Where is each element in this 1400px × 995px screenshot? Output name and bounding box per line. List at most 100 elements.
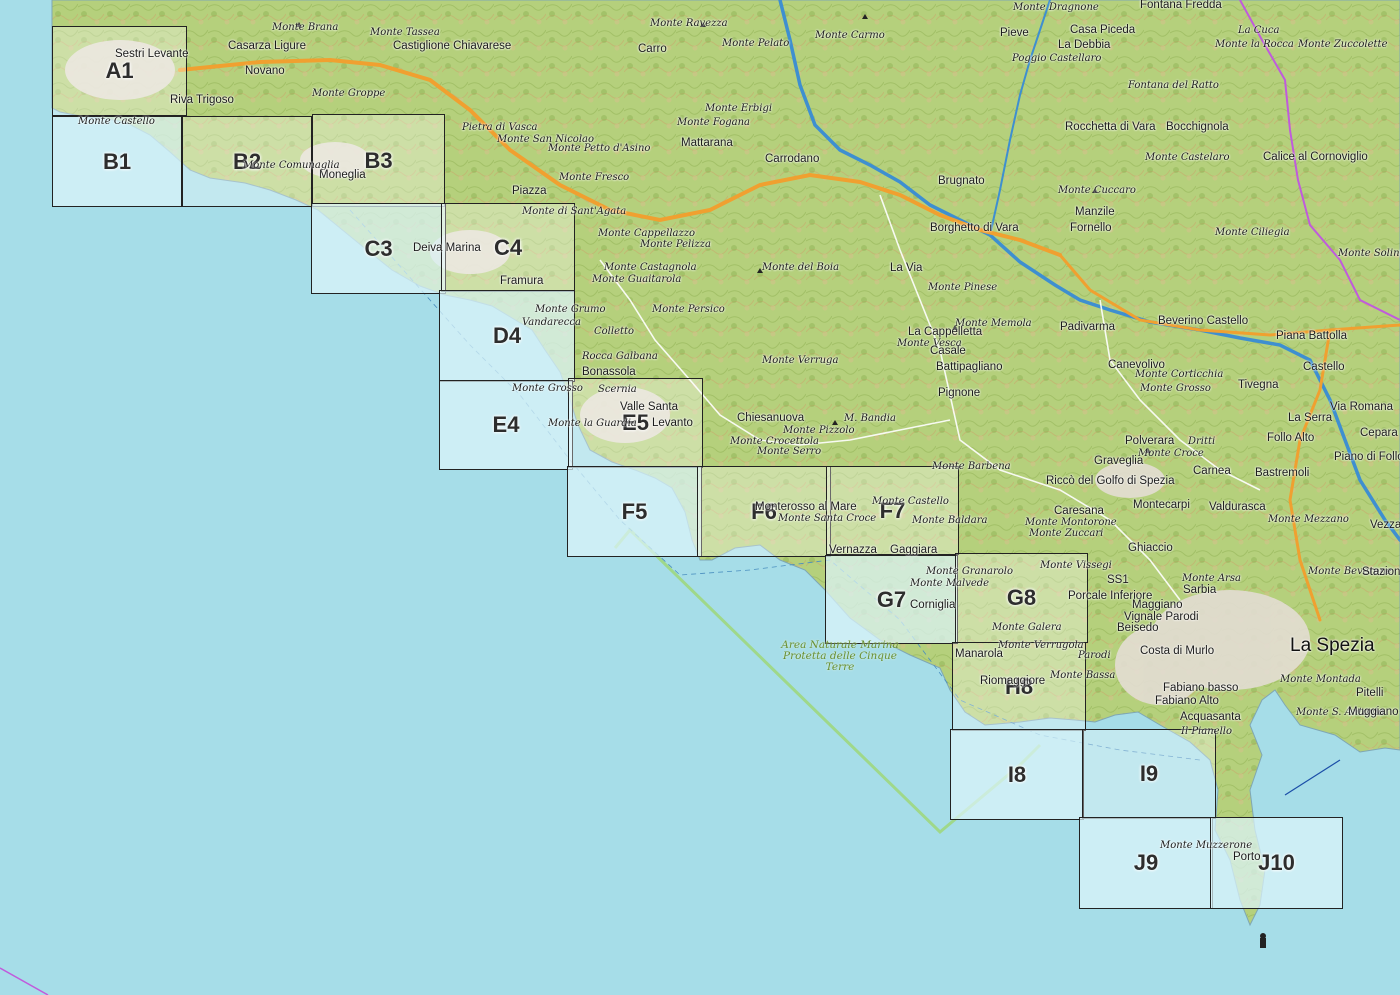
label-poggio-castellaro: Poggio Castellaro (1012, 53, 1102, 64)
label-monte-castello-f: Monte Castello (872, 496, 949, 507)
grid-cell-I9[interactable]: I9 (1082, 729, 1216, 819)
label-monte-castello-a: Monte Castello (78, 116, 155, 127)
label-riva-trigoso: Riva Trigoso (170, 94, 234, 106)
label-rocca-galbana: Rocca Galbana (582, 351, 658, 362)
label-monte-muzzerone: Monte Muzzerone (1160, 840, 1253, 851)
label-monte-comunaglia: Monte Comunaglia (243, 160, 340, 171)
label-monte-bassa: Monte Bassa (1050, 670, 1116, 681)
grid-cell-J10[interactable]: J10 (1210, 817, 1343, 909)
label-monterosso: Monterosso al Mare (755, 501, 857, 513)
label-monte-groppe: Monte Groppe (312, 88, 386, 99)
grid-cell-F5[interactable]: F5 (567, 466, 702, 557)
label-vezza: Vezza (1370, 519, 1400, 531)
label-monte-tassea: Monte Tassea (370, 27, 440, 38)
label-monte-fresco: Monte Fresco (559, 172, 630, 183)
label-tivegna: Tivegna (1238, 379, 1279, 391)
label-bastremoli: Bastremoli (1255, 467, 1310, 479)
label-casa-piceda: Casa Piceda (1070, 24, 1136, 36)
label-monte-corticchia: Monte Corticchia (1135, 369, 1224, 380)
label-la-cuca: La Cuca (1238, 25, 1280, 36)
label-monte-croce: Monte Croce (1138, 448, 1204, 459)
label-cepara: Cepara (1360, 427, 1398, 439)
label-monte-del-boia: Monte del Boia (762, 262, 840, 273)
label-il-pianello: Il Pianello (1181, 726, 1232, 737)
label-monte-mezzano: Monte Mezzano (1268, 514, 1349, 525)
label-fabiano-basso: Fabiano basso (1163, 682, 1239, 694)
label-marine-protected-area: Area Naturale Marina Protetta delle Cinq… (781, 639, 899, 673)
label-ghiaccio: Ghiaccio (1128, 542, 1173, 554)
label-rocchetta-di-vara: Rocchetta di Vara (1065, 121, 1156, 133)
label-monte-castagnola: Monte Castagnola (604, 262, 697, 273)
label-bocchignola: Bocchignola (1166, 121, 1229, 133)
label-monte-grosso-2: Monte Grosso (1140, 383, 1211, 394)
label-calice-al-cornoviglio: Calice al Cornoviglio (1263, 151, 1368, 163)
label-monte-galera: Monte Galera (992, 622, 1062, 633)
label-castiglione-chiavarese: Castiglione Chiavarese (393, 40, 512, 52)
label-montecarpi: Montecarpi (1133, 499, 1190, 511)
label-monte-brana: Monte Brana (272, 22, 339, 33)
label-monte-malvede: Monte Malvede (910, 578, 990, 589)
label-monte-pinese: Monte Pinese (928, 282, 998, 293)
label-monte-santa-croce: Monte Santa Croce (778, 513, 877, 524)
label-monte-zuccolette: Monte Zuccolette (1298, 39, 1388, 50)
label-fontana-fredda: Fontana Fredda (1140, 0, 1222, 11)
label-porto: Porto (1233, 851, 1261, 863)
label-piano-di-follo: Piano di Follo (1334, 451, 1400, 463)
label-monte-persico: Monte Persico (652, 304, 725, 315)
label-carnea: Carnea (1193, 465, 1231, 477)
grid-cell-I8[interactable]: I8 (950, 729, 1084, 820)
label-piazza: Piazza (512, 185, 547, 197)
label-monte-castelaro: Monte Castelaro (1145, 152, 1230, 163)
label-graveglia: Graveglia (1094, 455, 1144, 467)
label-m-bandia: M. Bandia (844, 413, 896, 424)
label-scernia: Scernia (598, 384, 637, 395)
label-la-serra: La Serra (1288, 412, 1333, 424)
label-corniglia: Corniglia (910, 599, 956, 611)
label-vandarecca: Vandarecca (522, 317, 581, 328)
peak-marker (862, 14, 868, 19)
label-monte-erbigi: Monte Erbigi (705, 103, 773, 114)
label-monte-granarolo: Monte Granarolo (926, 566, 1013, 577)
label-beverino-castello: Beverino Castello (1158, 315, 1249, 327)
label-casale: Casale (930, 345, 966, 357)
label-costa-di-murlo: Costa di Murlo (1140, 645, 1215, 657)
label-monte-serro: Monte Serro (757, 446, 822, 457)
label-monte-ciliegia: Monte Ciliegia (1215, 227, 1290, 238)
label-caresana: Caresana (1054, 505, 1104, 517)
label-levanto: Levanto (652, 417, 693, 429)
grid-cell-B1[interactable]: B1 (52, 116, 182, 207)
label-parodi: Parodi (1078, 650, 1111, 661)
label-monte-verruga: Monte Verruga (762, 355, 839, 366)
label-la-spezia: La Spezia (1290, 635, 1375, 656)
label-castello: Castello (1303, 361, 1345, 373)
label-muggiano: Muggiano (1348, 706, 1399, 718)
label-monte-verrugola: Monte Verrugola (998, 640, 1084, 651)
label-monte-vissegi: Monte Vissegi (1040, 560, 1112, 571)
label-beisedo: Beisedo (1117, 622, 1159, 634)
grid-cell-J9[interactable]: J9 (1079, 817, 1213, 909)
label-borghetto-di-vara: Borghetto di Vara (930, 222, 1019, 234)
label-fornello: Fornello (1070, 222, 1112, 234)
label-pieve: Pieve (1000, 27, 1029, 39)
label-ss1: SS1 (1107, 574, 1129, 586)
label-mattarana: Mattarana (681, 137, 733, 149)
label-piana-battolla: Piana Battolla (1276, 330, 1347, 342)
label-monte-petto-asino: Monte Petto d'Asino (548, 143, 651, 154)
label-manarola: Manarola (955, 648, 1003, 660)
label-novano: Novano (245, 65, 285, 77)
label-monte-dragnone: Monte Dragnone (1013, 2, 1099, 13)
label-carrodano: Carrodano (765, 153, 820, 165)
label-bonassola: Bonassola (582, 366, 636, 378)
label-fabiano-alto: Fabiano Alto (1155, 695, 1219, 707)
label-monte-montorone: Monte Montorone (1025, 517, 1117, 528)
grid-cell-A1[interactable]: A1 (52, 26, 187, 116)
label-maggiano: Maggiano (1132, 599, 1183, 611)
label-colletto: Colletto (594, 326, 635, 337)
map-canvas[interactable]: A1 B1 B2 B3 C3 C4 D4 E4 E5 F5 F6 F7 G7 G… (0, 0, 1400, 995)
label-follo-alto: Follo Alto (1267, 432, 1315, 444)
label-padivarma: Padivarma (1060, 321, 1115, 333)
label-monte-ravezza: Monte Ravezza (650, 18, 728, 29)
label-monte-di-santagata: Monte di Sant'Agata (522, 206, 627, 217)
label-monte-montada: Monte Montada (1280, 674, 1361, 685)
label-monte-pelizza: Monte Pelizza (640, 239, 711, 250)
